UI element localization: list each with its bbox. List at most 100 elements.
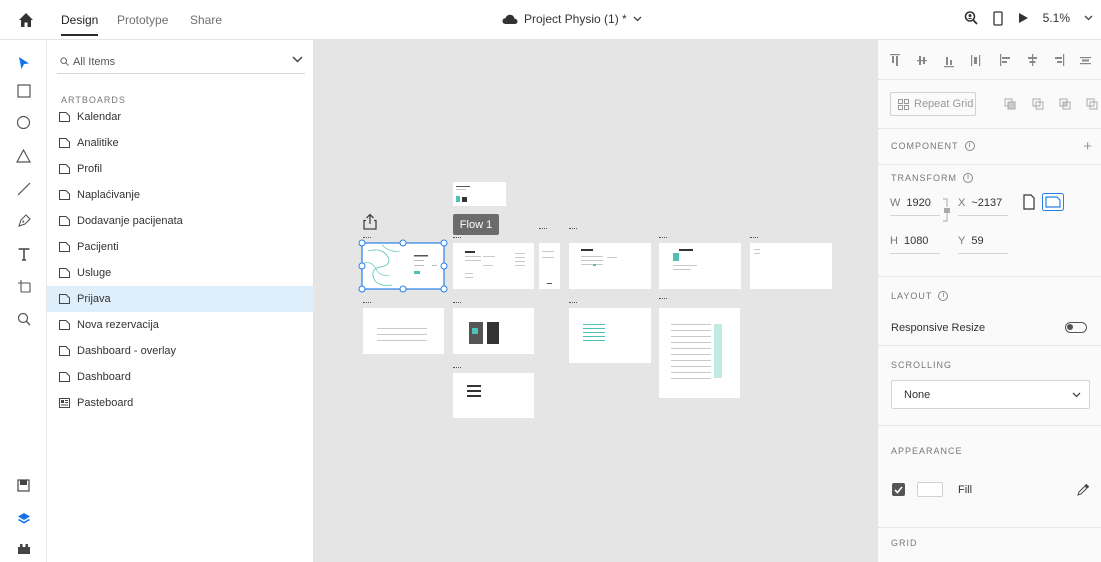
rectangle-tool[interactable]: [15, 82, 32, 99]
chevron-down-icon[interactable]: [633, 16, 642, 22]
artboard-thumbnail[interactable]: [539, 243, 560, 289]
pen-tool[interactable]: [15, 212, 32, 229]
line-tool[interactable]: [15, 180, 32, 197]
artboard-thumbnail[interactable]: [453, 243, 534, 289]
artboard-thumbnail[interactable]: [659, 243, 741, 289]
layers-icon: [17, 513, 30, 524]
layer-item[interactable]: Pasteboard: [47, 390, 314, 416]
pointer-icon: [18, 56, 29, 69]
align-icons[interactable]: [890, 54, 1100, 68]
info-icon[interactable]: i: [964, 141, 975, 151]
artboard-thumbnail[interactable]: [659, 308, 740, 398]
zoom-tool[interactable]: [15, 310, 32, 327]
artboard-thumbnail[interactable]: [569, 308, 651, 363]
add-component-button[interactable]: +: [1083, 138, 1092, 155]
search-icon: [60, 57, 69, 66]
layer-item-label: Naplaćivanje: [77, 189, 140, 201]
layer-item-label: Nova rezervacija: [77, 319, 159, 331]
appearance-section: APPEARANCE: [878, 426, 1101, 528]
fill-checkbox[interactable]: [892, 483, 905, 496]
layer-item-label: Pacijenti: [77, 241, 119, 253]
user-search-icon[interactable]: [963, 10, 979, 26]
layer-item[interactable]: Nova rezervacija: [47, 312, 314, 338]
artboard-thumbnail[interactable]: [363, 308, 444, 354]
orientation-portrait-icon[interactable]: [1020, 194, 1038, 210]
align-section: [878, 40, 1101, 80]
layer-item[interactable]: Naplaćivanje: [47, 182, 314, 208]
info-icon[interactable]: i: [963, 173, 973, 183]
ellipse-tool[interactable]: [15, 114, 32, 131]
layer-item[interactable]: Pacijenti: [47, 234, 314, 260]
fill-color-swatch[interactable]: [917, 482, 943, 497]
layout-title: LAYOUT: [891, 291, 933, 301]
y-position-field[interactable]: Y 59: [958, 235, 984, 247]
zoom-level[interactable]: 5.1%: [1043, 11, 1070, 25]
repeat-grid-button[interactable]: Repeat Grid: [890, 92, 976, 116]
orientation-landscape-icon[interactable]: [1042, 193, 1064, 211]
width-field[interactable]: W 1920: [890, 197, 931, 209]
component-title: COMPONENT: [891, 141, 959, 151]
search-input[interactable]: All Items: [57, 50, 305, 74]
device-preview-icon[interactable]: [992, 10, 1003, 26]
artboard-thumbnail[interactable]: [453, 182, 506, 206]
artboard-thumbnail[interactable]: [750, 243, 832, 289]
layer-item-label: Kalendar: [77, 111, 122, 123]
flow-label[interactable]: Flow 1: [453, 214, 499, 235]
layers-panel-button[interactable]: [15, 510, 32, 527]
layer-item[interactable]: Kalendar: [47, 104, 314, 130]
layer-item[interactable]: Dashboard: [47, 364, 314, 390]
layer-item[interactable]: Usluge: [47, 260, 314, 286]
info-icon[interactable]: i: [938, 291, 949, 301]
responsive-resize-label: Responsive Resize: [891, 322, 986, 334]
artboard-marker: [659, 298, 667, 301]
artboard-icon: [59, 190, 70, 200]
home-icon[interactable]: [18, 12, 34, 28]
polygon-tool[interactable]: [15, 147, 32, 164]
layer-item[interactable]: Analitike: [47, 130, 314, 156]
assets-panel-button[interactable]: [15, 477, 32, 494]
artboard-marker: [569, 302, 577, 305]
eyedropper-icon[interactable]: [1077, 483, 1090, 496]
scrolling-select[interactable]: None: [891, 380, 1090, 409]
artboard-marker: [363, 302, 371, 305]
chevron-down-icon[interactable]: [292, 56, 303, 63]
appearance-title: APPEARANCE: [891, 446, 963, 456]
tab-prototype[interactable]: Prototype: [117, 13, 168, 27]
artboard-icon: [59, 372, 70, 382]
pasteboard-icon: [59, 398, 70, 408]
boolean-ops-icons[interactable]: [1004, 98, 1100, 110]
layer-item[interactable]: Prijava: [47, 286, 314, 312]
artboard-thumbnail[interactable]: [453, 308, 534, 354]
document-title[interactable]: Project Physio (1) *: [502, 12, 642, 26]
artboard-icon: [59, 320, 70, 330]
layer-item[interactable]: Profil: [47, 156, 314, 182]
lock-aspect-icon[interactable]: [941, 195, 953, 225]
artboard-icon: [59, 138, 70, 148]
tab-design[interactable]: Design: [61, 13, 99, 36]
play-icon[interactable]: [1017, 12, 1029, 24]
responsive-resize-toggle[interactable]: [1065, 322, 1087, 333]
artboard-marker: [453, 367, 461, 370]
x-position-field[interactable]: X ~2137: [958, 197, 1002, 209]
layer-item-label: Analitike: [77, 137, 119, 149]
artboard-thumbnail[interactable]: [569, 243, 651, 289]
tab-share[interactable]: Share: [190, 13, 222, 27]
assets-icon: [17, 479, 30, 492]
canvas[interactable]: Flow 1: [314, 40, 877, 562]
height-field[interactable]: H 1080: [890, 235, 928, 247]
zoom-chevron-down-icon[interactable]: [1084, 15, 1093, 21]
artboard-icon: [59, 242, 70, 252]
chevron-down-icon: [1072, 392, 1081, 398]
share-export-icon[interactable]: [361, 213, 379, 231]
select-tool[interactable]: [15, 54, 32, 71]
artboard-thumbnail[interactable]: [453, 373, 534, 418]
component-section: COMPONENT i +: [878, 129, 1101, 165]
layer-item-label: Profil: [77, 163, 103, 175]
layer-item[interactable]: Dodavanje pacijenata: [47, 208, 314, 234]
plugins-panel-button[interactable]: [15, 540, 32, 557]
text-tool[interactable]: [15, 245, 32, 262]
layer-item[interactable]: Dashboard - overlay: [47, 338, 314, 364]
layer-item-label: Dodavanje pacijenata: [77, 215, 183, 227]
property-inspector: Repeat Grid COMPONENT i + TRANSFORM i W1…: [877, 40, 1101, 562]
artboard-tool[interactable]: [15, 277, 32, 294]
